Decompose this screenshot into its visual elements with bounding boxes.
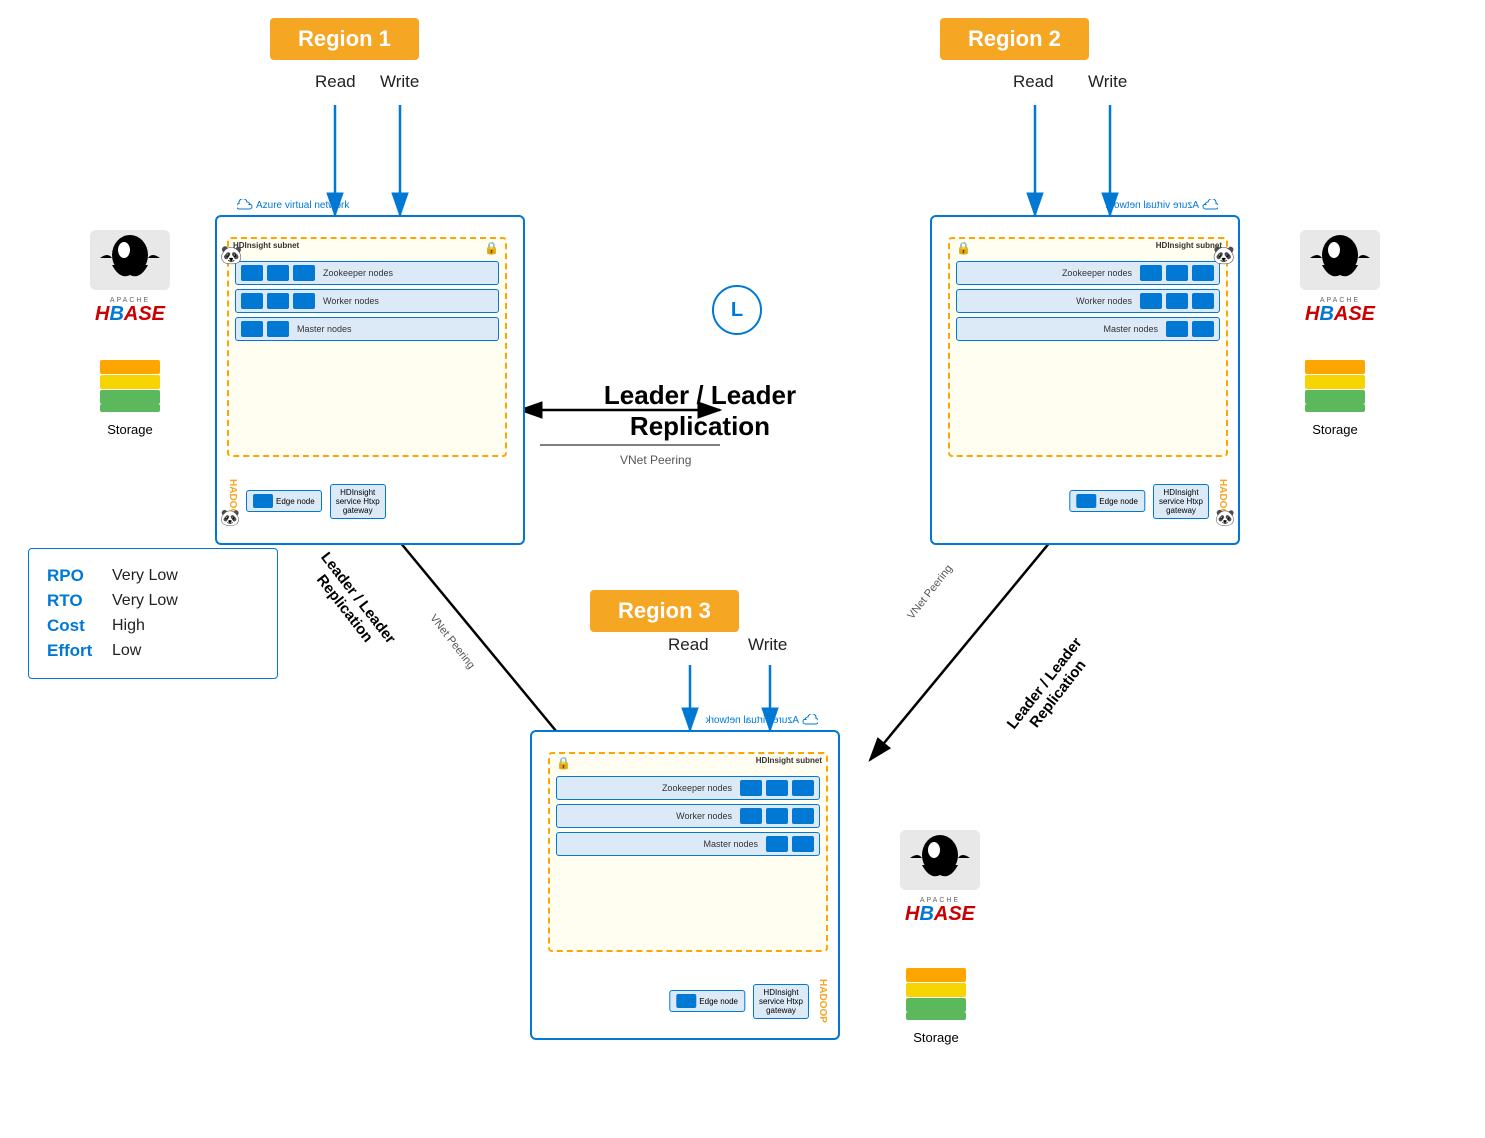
region1-read-label: Read — [315, 72, 356, 92]
storage-icon-r3: Storage — [896, 968, 976, 1045]
region2-read-label: Read — [1013, 72, 1054, 92]
region3-read-label: Read — [668, 635, 709, 655]
region3-badge: Region 3 — [590, 590, 739, 632]
edge-area-r3: HADOOP HDInsightservice Htxpgateway Edge… — [548, 979, 828, 1023]
cluster-region1: Azure virtual network HDInsight subnet 🔒… — [215, 215, 525, 545]
hbase-logo-r1: APACHE HBASE — [80, 230, 180, 324]
lock-icon-r1: 🔒 — [484, 241, 499, 255]
legend-cost: Cost High — [47, 616, 259, 636]
vm-node — [267, 321, 289, 337]
region1-badge: Region 1 — [270, 18, 419, 60]
storage-icon-r1: Storage — [90, 360, 170, 437]
vm-node — [267, 293, 289, 309]
edge-area-r1: HADOOP Edge node HDInsightservice Htxpga… — [227, 479, 507, 523]
worker-label: Worker nodes — [323, 296, 379, 306]
panda-icon2-r2: 🐼 — [1215, 508, 1235, 528]
vnet-peering-left: VNet Peering — [427, 612, 477, 671]
diagram-container: Region 1 Region 2 Region 3 Read Write Re… — [0, 0, 1485, 1138]
vm-node — [241, 321, 263, 337]
circle-l: L — [712, 285, 762, 335]
center-replication-text: Leader / Leader Replication — [600, 380, 800, 442]
zookeeper-label: Zookeeper nodes — [323, 268, 393, 278]
legend-rpo: RPO Very Low — [47, 566, 259, 586]
legend-box: RPO Very Low RTO Very Low Cost High Effo… — [28, 548, 278, 679]
vm-node — [293, 265, 315, 281]
subnet-label-r1: HDInsight subnet — [233, 241, 299, 250]
cluster-region2: Azure virtual network HDInsight subnet 🔒… — [930, 215, 1240, 545]
cluster-region3: Azure virtual network HDInsight subnet 🔒… — [530, 730, 840, 1040]
lock-icon-r2: 🔒 — [956, 241, 971, 255]
panda-icon2-r1: 🐼 — [220, 508, 240, 528]
vnet-peering-center: VNet Peering — [620, 453, 691, 467]
hbase-logo-r2: APACHE HBASE — [1290, 230, 1390, 324]
region1-write-label: Write — [380, 72, 419, 92]
gateway-r1: HDInsightservice Htxpgateway — [330, 484, 386, 519]
vm-node — [267, 265, 289, 281]
left-replication-label: Leader / LeaderReplication — [304, 549, 399, 657]
cloud-label-r1: Azure virtual network — [237, 199, 349, 211]
hbase-logo-r3: APACHE HBASE — [890, 830, 990, 924]
cloud-label-r3: Azure virtual network — [706, 714, 818, 726]
region3-write-label: Write — [748, 635, 787, 655]
edge-area-r2: HADOOP HDInsightservice Htxpgateway Edge… — [948, 479, 1228, 523]
legend-effort: Effort Low — [47, 641, 259, 661]
master-label: Master nodes — [297, 324, 352, 334]
region2-write-label: Write — [1088, 72, 1127, 92]
panda-icon-r1: 🐼 — [220, 245, 242, 266]
region2-badge: Region 2 — [940, 18, 1089, 60]
vnet-peering-right: VNet Peering — [905, 563, 955, 622]
vm-node — [241, 265, 263, 281]
panda-icon-r2: 🐼 — [1213, 245, 1235, 266]
vm-node — [293, 293, 315, 309]
storage-icon-r2: Storage — [1295, 360, 1375, 437]
right-replication-label: Leader / LeaderReplication — [1004, 635, 1099, 743]
vm-node — [241, 293, 263, 309]
cloud-label-r2: Azure virtual network — [1106, 199, 1218, 211]
edge-node-r1: Edge node — [246, 490, 322, 512]
legend-rto: RTO Very Low — [47, 591, 259, 611]
